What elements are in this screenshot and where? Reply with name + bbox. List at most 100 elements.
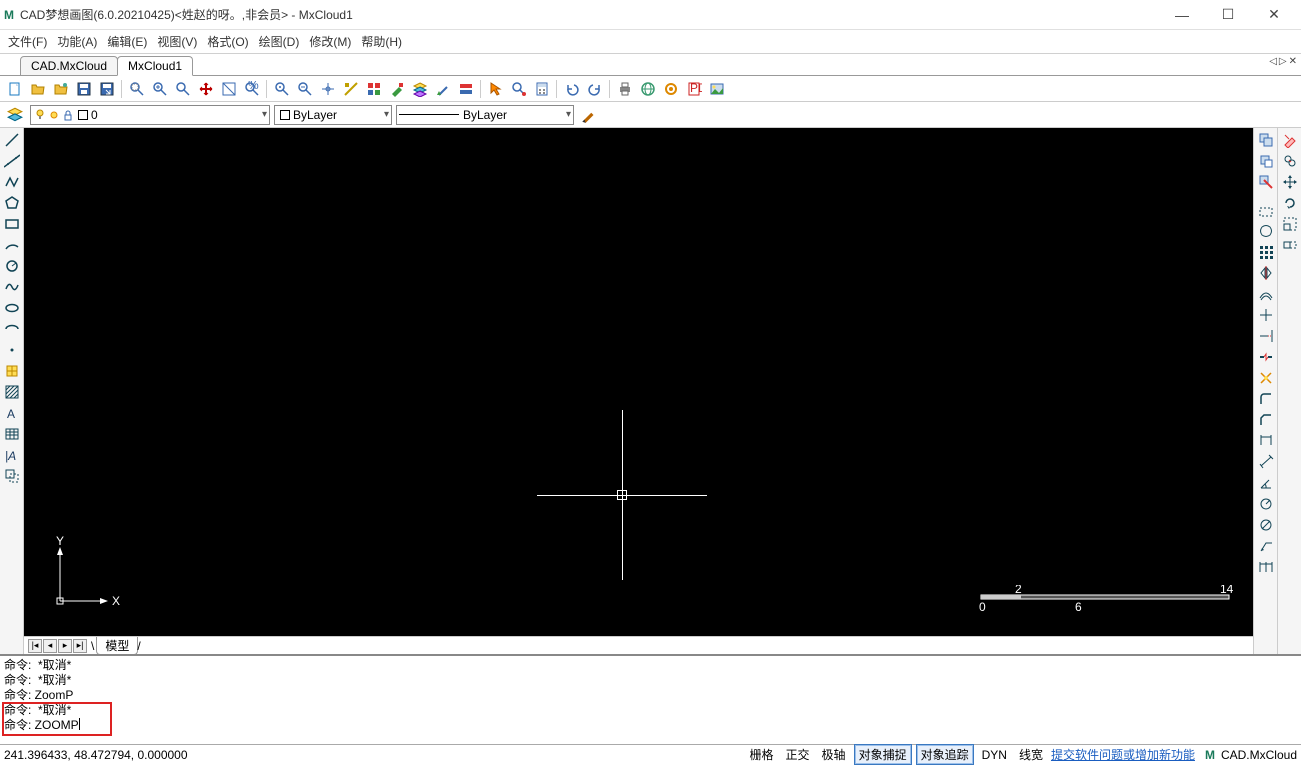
menu-draw[interactable]: 绘图(D) xyxy=(259,33,300,50)
ellipse-arc-tool[interactable] xyxy=(2,319,22,339)
table-tool[interactable] xyxy=(2,424,22,444)
zoom-all-button[interactable] xyxy=(317,78,338,99)
save-as-button[interactable] xyxy=(96,78,117,99)
trim-tool[interactable] xyxy=(1256,305,1276,325)
menu-view[interactable]: 视图(V) xyxy=(157,33,197,50)
toggle-lwt[interactable]: 线宽 xyxy=(1015,745,1047,764)
save-button[interactable] xyxy=(73,78,94,99)
properties-button[interactable] xyxy=(363,78,384,99)
feedback-link[interactable]: 提交软件问题或增加新功能 xyxy=(1051,746,1195,763)
move-tool[interactable] xyxy=(1280,172,1300,192)
color-combo[interactable]: ByLayer ▾ xyxy=(274,105,392,125)
open-file-button[interactable] xyxy=(27,78,48,99)
layer-manager-button[interactable] xyxy=(4,104,26,126)
linetype-button[interactable] xyxy=(455,78,476,99)
point-tool[interactable] xyxy=(2,340,22,360)
pan-button[interactable] xyxy=(195,78,216,99)
print-button[interactable] xyxy=(614,78,635,99)
layer-button[interactable] xyxy=(409,78,430,99)
regen-button[interactable] xyxy=(340,78,361,99)
break-tool[interactable] xyxy=(1256,347,1276,367)
hatch-tool[interactable] xyxy=(2,382,22,402)
dim-linear-tool[interactable] xyxy=(1256,431,1276,451)
model-tab[interactable]: 模型 xyxy=(96,637,138,655)
settings-button[interactable] xyxy=(660,78,681,99)
zoom-out-button[interactable] xyxy=(294,78,315,99)
zoom-scale-button[interactable]: % xyxy=(241,78,262,99)
image-button[interactable] xyxy=(706,78,727,99)
copy-object-tool[interactable] xyxy=(1280,151,1300,171)
tab-next-icon[interactable]: ▷ xyxy=(1279,56,1287,67)
leader-tool[interactable] xyxy=(1256,536,1276,556)
stretch-tool[interactable] xyxy=(1280,235,1300,255)
tab-close-icon[interactable]: ✕ xyxy=(1289,56,1297,67)
text-tool[interactable]: A xyxy=(2,403,22,423)
close-button[interactable]: ✕ xyxy=(1251,1,1297,29)
command-input-line[interactable]: 命令: ZOOMP xyxy=(4,718,1297,733)
drawing-canvas[interactable]: Y X 2 14 0 6 xyxy=(24,128,1253,636)
layer-combo[interactable]: 0 ▾ xyxy=(30,105,270,125)
dim-aligned-tool[interactable] xyxy=(1256,452,1276,472)
find-button[interactable] xyxy=(508,78,529,99)
menu-edit[interactable]: 编辑(E) xyxy=(107,33,147,50)
fillet-tool[interactable] xyxy=(1256,389,1276,409)
tab-nav-prev[interactable]: ◂ xyxy=(43,639,57,653)
insert-block-tool[interactable] xyxy=(1256,200,1276,220)
open-cloud-button[interactable] xyxy=(50,78,71,99)
paste-tool[interactable] xyxy=(1256,151,1276,171)
color-button[interactable] xyxy=(432,78,453,99)
rectangle-tool[interactable] xyxy=(2,214,22,234)
menu-help[interactable]: 帮助(H) xyxy=(361,33,402,50)
extend-tool[interactable] xyxy=(1256,326,1276,346)
cloud-button[interactable] xyxy=(637,78,658,99)
toggle-osnap[interactable]: 对象捕捉 xyxy=(854,744,912,765)
toggle-polar[interactable]: 极轴 xyxy=(818,745,850,764)
toggle-dyn[interactable]: DYN xyxy=(978,747,1011,763)
rotate-tool[interactable] xyxy=(1280,193,1300,213)
select-button[interactable] xyxy=(485,78,506,99)
offset-tool[interactable] xyxy=(1256,284,1276,304)
menu-file[interactable]: 文件(F) xyxy=(8,33,47,50)
line-tool[interactable] xyxy=(2,130,22,150)
xline-tool[interactable] xyxy=(2,151,22,171)
new-file-button[interactable] xyxy=(4,78,25,99)
erase-tool[interactable] xyxy=(1280,130,1300,150)
polygon-tool[interactable] xyxy=(2,193,22,213)
toggle-grid[interactable]: 栅格 xyxy=(746,745,778,764)
chamfer-tool[interactable] xyxy=(1256,410,1276,430)
dim-continue-tool[interactable] xyxy=(1256,557,1276,577)
pdf-button[interactable]: PDF xyxy=(683,78,704,99)
toggle-ortho[interactable]: 正交 xyxy=(782,745,814,764)
make-block-tool[interactable] xyxy=(1256,221,1276,241)
menu-func[interactable]: 功能(A) xyxy=(57,33,97,50)
undo-button[interactable] xyxy=(561,78,582,99)
zoom-center-button[interactable] xyxy=(271,78,292,99)
polyline-tool[interactable] xyxy=(2,172,22,192)
array-tool[interactable] xyxy=(1256,242,1276,262)
dim-diameter-tool[interactable] xyxy=(1256,515,1276,535)
cut-tool[interactable] xyxy=(1256,172,1276,192)
copy-tool[interactable] xyxy=(1256,130,1276,150)
calc-button[interactable] xyxy=(531,78,552,99)
menu-modify[interactable]: 修改(M) xyxy=(309,33,351,50)
region-tool[interactable] xyxy=(2,466,22,486)
zoom-extents-button[interactable] xyxy=(172,78,193,99)
circle-tool[interactable] xyxy=(2,256,22,276)
tab-prev-icon[interactable]: ◁ xyxy=(1269,56,1277,67)
tab-nav-next[interactable]: ▸ xyxy=(58,639,72,653)
maximize-button[interactable]: ☐ xyxy=(1205,1,1251,29)
zoom-window-button[interactable] xyxy=(126,78,147,99)
arc-tool[interactable] xyxy=(2,235,22,255)
toggle-otrack[interactable]: 对象追踪 xyxy=(916,744,974,765)
tab-nav-first[interactable]: |◂ xyxy=(28,639,42,653)
brush-button[interactable] xyxy=(578,104,600,126)
zoom-in-button[interactable] xyxy=(149,78,170,99)
dim-radius-tool[interactable] xyxy=(1256,494,1276,514)
menu-format[interactable]: 格式(O) xyxy=(207,33,248,50)
mirror-tool[interactable] xyxy=(1256,263,1276,283)
match-props-button[interactable] xyxy=(386,78,407,99)
dim-angular-tool[interactable] xyxy=(1256,473,1276,493)
explode-tool[interactable] xyxy=(1256,368,1276,388)
redo-button[interactable] xyxy=(584,78,605,99)
doc-tab-2[interactable]: MxCloud1 xyxy=(117,56,193,76)
